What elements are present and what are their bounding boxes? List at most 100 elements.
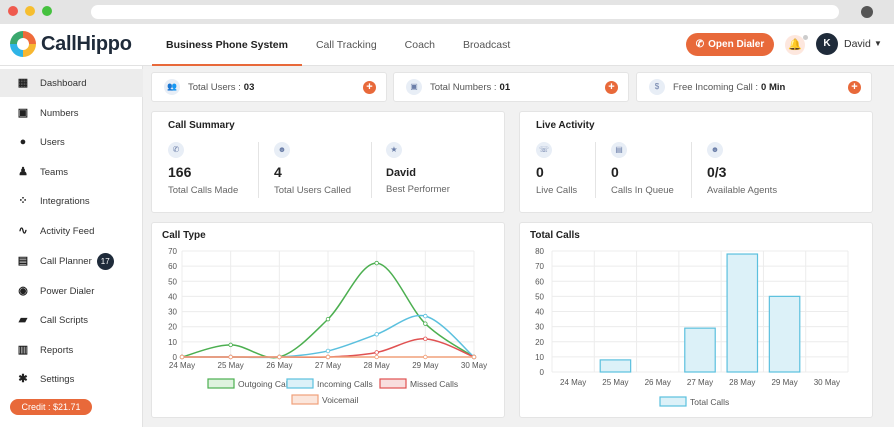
integrations-icon: ⁘ xyxy=(18,195,28,207)
tab-call-tracking[interactable]: Call Tracking xyxy=(302,24,391,66)
phone-icon: ✆ xyxy=(168,142,184,158)
sidebar-item-dashboard[interactable]: ▦ Dashboard xyxy=(0,69,143,97)
y-tick-label: 80 xyxy=(535,247,544,256)
dashboard-main: 👥 Total Users : 03 + ▣ Total Numbers : 0… xyxy=(143,66,894,427)
divider xyxy=(595,142,596,198)
sidebar-item-integrations[interactable]: ⁘ Integrations xyxy=(0,187,143,215)
sidebar-item-label: Activity Feed xyxy=(40,225,95,237)
data-point xyxy=(325,354,331,360)
sidebar-item-call-scripts[interactable]: ▰ Call Scripts xyxy=(0,306,143,334)
x-tick-label: 28 May xyxy=(364,361,390,370)
sidebar-item-activity-feed[interactable]: ∿ Activity Feed xyxy=(0,217,143,245)
data-point xyxy=(374,332,379,337)
x-tick-label: 26 May xyxy=(645,378,671,387)
sidebar-item-label: Reports xyxy=(40,344,74,356)
y-tick-label: 50 xyxy=(168,277,177,286)
top-nav: Business Phone System Call Tracking Coac… xyxy=(152,24,524,66)
user-name[interactable]: David xyxy=(844,38,871,50)
open-dialer-button[interactable]: ✆ Open Dialer xyxy=(686,33,774,56)
x-tick-label: 28 May xyxy=(729,378,755,387)
credit-badge[interactable]: Credit : $21.71 xyxy=(10,399,92,415)
sidebar-item-label: Dashboard xyxy=(40,77,87,89)
total-users-called-metric: ☻ 4 Total Users Called xyxy=(274,142,351,202)
agent-icon: ☻ xyxy=(707,142,723,158)
status-dot xyxy=(803,35,808,40)
sidebar-item-label: Users xyxy=(40,136,65,148)
data-point xyxy=(374,354,379,360)
chevron-down-icon[interactable]: ▼ xyxy=(874,39,882,48)
y-tick-label: 20 xyxy=(168,323,177,332)
tab-broadcast[interactable]: Broadcast xyxy=(449,24,524,66)
legend-swatch xyxy=(379,378,407,389)
sidebar-item-teams[interactable]: ♟ Teams xyxy=(0,158,143,186)
sidebar-item-call-planner[interactable]: ▤ Call Planner 17 xyxy=(0,247,143,275)
x-tick-label: 25 May xyxy=(218,361,244,370)
live-calls-label: Live Calls xyxy=(536,185,578,196)
sidebar-item-users[interactable]: ● Users xyxy=(0,128,143,156)
bar xyxy=(726,253,759,373)
logo-text: CallHippo xyxy=(41,32,132,55)
divider xyxy=(691,142,692,198)
total-users-called-label: Total Users Called xyxy=(274,185,352,196)
legend-label: Incoming Calls xyxy=(317,379,373,389)
x-tick-label: 26 May xyxy=(266,361,292,370)
minimize-window-button[interactable] xyxy=(25,6,35,16)
phone-icon: ✆ xyxy=(695,39,705,50)
tab-business-phone-system[interactable]: Business Phone System xyxy=(152,24,302,66)
bar xyxy=(684,327,716,373)
sidebar-item-label: Numbers xyxy=(40,107,79,119)
legend-swatch xyxy=(286,378,314,389)
add-minutes-button[interactable]: + xyxy=(848,81,861,94)
legend-swatch xyxy=(207,378,235,389)
add-user-button[interactable]: + xyxy=(363,81,376,94)
best-performer-label: Best Performer xyxy=(386,184,450,195)
address-bar[interactable] xyxy=(91,5,839,19)
notification-bell-icon[interactable]: 🔔 xyxy=(785,35,805,55)
free-incoming-value: 0 Min xyxy=(761,81,786,93)
total-users-value: 03 xyxy=(243,81,255,93)
y-tick-label: 70 xyxy=(168,247,177,256)
y-tick-label: 40 xyxy=(168,292,177,301)
x-tick-label: 29 May xyxy=(412,361,438,370)
numbers-icon: ▣ xyxy=(17,107,29,119)
x-tick-label: 29 May xyxy=(771,378,797,387)
y-tick-label: 10 xyxy=(168,338,177,347)
total-users-called-value: 4 xyxy=(274,164,282,180)
sidebar-item-reports[interactable]: ▥ Reports xyxy=(0,336,143,364)
tab-coach[interactable]: Coach xyxy=(391,24,449,66)
sidebar-item-numbers[interactable]: ▣ Numbers xyxy=(0,99,143,127)
legend-swatch xyxy=(291,394,319,405)
browser-menu-button[interactable] xyxy=(861,6,873,18)
queue-icon: ▤ xyxy=(611,142,627,158)
add-number-button[interactable]: + xyxy=(605,81,618,94)
logo-icon xyxy=(10,31,36,57)
data-point xyxy=(423,313,428,319)
bar xyxy=(768,295,801,373)
x-tick-label: 24 May xyxy=(560,378,586,387)
user-icon: ☻ xyxy=(274,142,290,158)
sidebar-item-label: Call Scripts xyxy=(40,314,89,326)
best-performer-value: David xyxy=(386,167,416,179)
live-calls-value: 0 xyxy=(536,164,544,180)
logo[interactable]: CallHippo xyxy=(10,31,132,57)
phone-icon: ☏ xyxy=(536,142,552,158)
power-dialer-icon: ◉ xyxy=(18,285,28,297)
legend-label: Missed Calls xyxy=(410,379,458,389)
best-performer-metric: ★ David Best Performer xyxy=(386,142,450,202)
activity-icon: ∿ xyxy=(18,225,28,237)
x-tick-label: 27 May xyxy=(687,378,713,387)
avatar[interactable]: K xyxy=(816,33,838,55)
x-tick-label: 30 May xyxy=(814,378,840,387)
maximize-window-button[interactable] xyxy=(42,6,52,16)
close-window-button[interactable] xyxy=(8,6,18,16)
dollar-icon: $ xyxy=(649,79,665,95)
sidebar-item-settings[interactable]: ✱ Settings xyxy=(0,365,143,393)
live-activity-title: Live Activity xyxy=(536,120,595,131)
live-activity-card: Live Activity ☏ 0 Live Calls ▤ 0 Calls I… xyxy=(519,111,873,213)
x-tick-label: 25 May xyxy=(602,378,628,387)
total-numbers-label: Total Numbers : xyxy=(430,81,497,93)
data-point xyxy=(228,354,233,360)
sidebar-item-power-dialer[interactable]: ◉ Power Dialer xyxy=(0,277,143,305)
data-point xyxy=(325,348,331,354)
dashboard-icon: ▦ xyxy=(17,77,29,89)
